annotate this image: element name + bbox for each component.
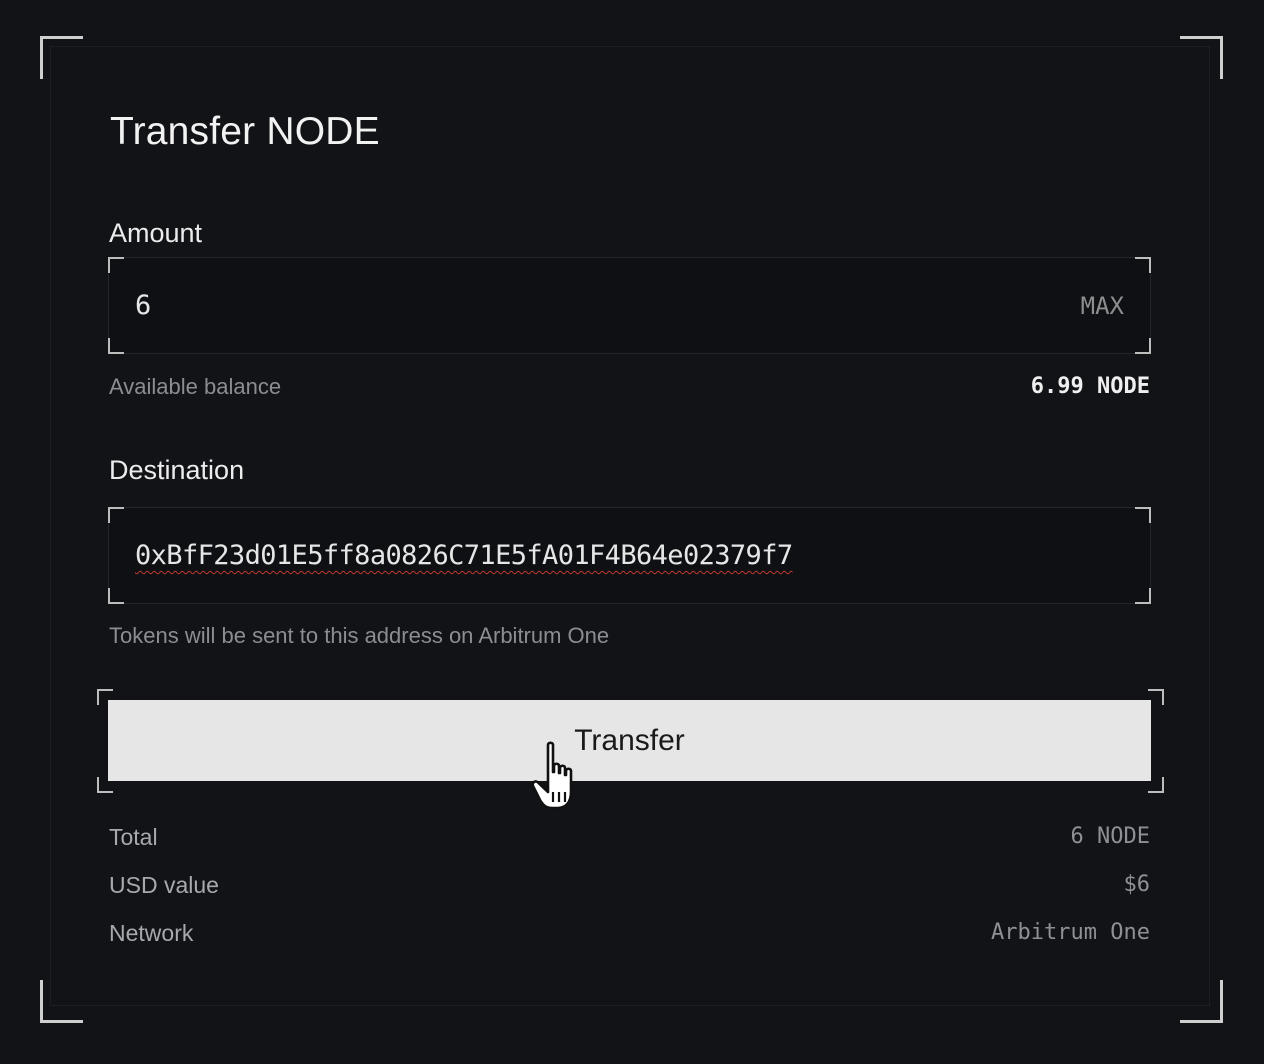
usd-value-label: USD value	[109, 872, 219, 898]
usd-value: $6	[1123, 872, 1151, 897]
dialog-title: Transfer NODE	[110, 110, 380, 153]
amount-value: 6	[135, 290, 152, 321]
destination-label: Destination	[109, 455, 245, 485]
available-balance-value: 6.99 NODE	[1030, 374, 1150, 399]
destination-input[interactable]: 0xBfF23d01E5ff8a0826C71E5fA01F4B64e02379…	[108, 507, 1151, 604]
max-button[interactable]: MAX	[1081, 292, 1124, 320]
available-balance-label: Available balance	[109, 374, 282, 399]
total-value: 6 NODE	[1070, 824, 1150, 849]
destination-value: 0xBfF23d01E5ff8a0826C71E5fA01F4B64e02379…	[135, 540, 793, 571]
total-label: Total	[109, 824, 158, 850]
network-value: Arbitrum One	[991, 920, 1150, 945]
amount-input[interactable]: 6 MAX	[108, 257, 1151, 354]
network-label: Network	[109, 920, 194, 946]
hand-pointer-icon	[531, 741, 573, 810]
transfer-button[interactable]: Transfer	[108, 700, 1151, 781]
amount-label: Amount	[109, 218, 203, 248]
destination-helper-text: Tokens will be sent to this address on A…	[109, 623, 610, 648]
